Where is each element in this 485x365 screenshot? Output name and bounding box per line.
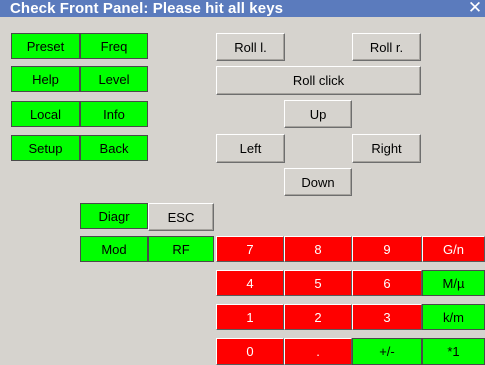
info-key[interactable]: Info bbox=[80, 101, 148, 127]
esc-key[interactable]: ESC bbox=[148, 203, 214, 231]
digit-4-key[interactable]: 4 bbox=[216, 270, 284, 296]
roll-left-key[interactable]: Roll l. bbox=[216, 33, 285, 61]
unit-k-m-key[interactable]: k/m bbox=[422, 304, 485, 330]
unit-g-n-key[interactable]: G/n bbox=[422, 236, 485, 262]
digit-3-key[interactable]: 3 bbox=[352, 304, 422, 330]
help-key[interactable]: Help bbox=[11, 66, 80, 92]
setup-key[interactable]: Setup bbox=[11, 135, 80, 161]
digit-8-key[interactable]: 8 bbox=[284, 236, 352, 262]
up-key[interactable]: Up bbox=[284, 100, 352, 128]
digit-9-key[interactable]: 9 bbox=[352, 236, 422, 262]
unit-m-u-key[interactable]: M/µ bbox=[422, 270, 485, 296]
digit-6-key[interactable]: 6 bbox=[352, 270, 422, 296]
digit-7-key[interactable]: 7 bbox=[216, 236, 284, 262]
roll-right-key[interactable]: Roll r. bbox=[352, 33, 421, 61]
digit-0-key[interactable]: 0 bbox=[216, 338, 284, 365]
right-key[interactable]: Right bbox=[352, 134, 421, 163]
decimal-point-key[interactable]: . bbox=[284, 338, 352, 365]
roll-click-key[interactable]: Roll click bbox=[216, 66, 421, 95]
down-key[interactable]: Down bbox=[284, 168, 352, 196]
digit-1-key[interactable]: 1 bbox=[216, 304, 284, 330]
check-front-panel-dialog: Check Front Panel: Please hit all keys ✕… bbox=[0, 0, 485, 365]
left-key[interactable]: Left bbox=[216, 134, 285, 163]
digit-5-key[interactable]: 5 bbox=[284, 270, 352, 296]
freq-key[interactable]: Freq bbox=[80, 33, 148, 59]
diagr-key[interactable]: Diagr bbox=[80, 203, 148, 229]
preset-key[interactable]: Preset bbox=[11, 33, 80, 59]
front-panel-keys: Preset Freq Help Level Local Info Setup … bbox=[0, 0, 485, 365]
unit-x1-key[interactable]: *1 bbox=[422, 338, 485, 365]
level-key[interactable]: Level bbox=[80, 66, 148, 92]
rf-key[interactable]: RF bbox=[148, 236, 214, 262]
back-key[interactable]: Back bbox=[80, 135, 148, 161]
digit-2-key[interactable]: 2 bbox=[284, 304, 352, 330]
mod-key[interactable]: Mod bbox=[80, 236, 148, 262]
plus-minus-key[interactable]: +/- bbox=[352, 338, 422, 365]
local-key[interactable]: Local bbox=[11, 101, 80, 127]
